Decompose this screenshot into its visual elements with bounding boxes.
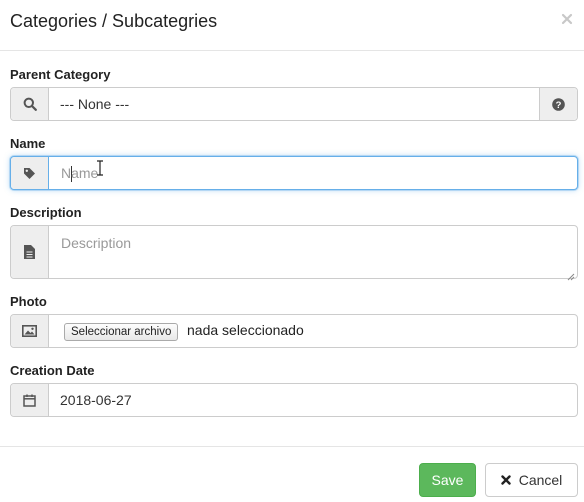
question-circle-icon[interactable]: ? bbox=[539, 88, 577, 120]
search-icon bbox=[11, 88, 49, 120]
creation-date-field[interactable]: 2018-06-27 bbox=[10, 383, 578, 417]
modal-footer: Save Cancel bbox=[0, 446, 584, 502]
modal-header: Categories / Subcategries bbox=[0, 0, 584, 51]
resize-grip-icon[interactable] bbox=[567, 268, 575, 281]
parent-category-value: --- None --- bbox=[60, 96, 130, 112]
calendar-icon bbox=[11, 384, 49, 416]
description-label: Description bbox=[10, 205, 82, 220]
svg-text:?: ? bbox=[556, 100, 562, 111]
cancel-button[interactable]: Cancel bbox=[485, 463, 578, 497]
description-field[interactable]: Description bbox=[10, 225, 578, 281]
parent-category-label: Parent Category bbox=[10, 67, 111, 82]
close-icon[interactable] bbox=[560, 12, 574, 26]
close-icon bbox=[501, 472, 511, 488]
name-input[interactable]: Name bbox=[61, 165, 98, 181]
file-status: nada seleccionado bbox=[187, 322, 304, 338]
creation-date-input[interactable]: 2018-06-27 bbox=[60, 392, 132, 408]
image-icon bbox=[11, 315, 49, 347]
name-label: Name bbox=[10, 136, 46, 151]
save-button[interactable]: Save bbox=[419, 463, 476, 497]
choose-file-button[interactable]: Seleccionar archivo bbox=[64, 323, 179, 341]
ibeam-cursor-icon bbox=[96, 160, 104, 176]
creation-date-label: Creation Date bbox=[10, 363, 95, 378]
description-input[interactable]: Description bbox=[61, 235, 131, 251]
file-icon bbox=[11, 226, 49, 278]
tag-icon bbox=[11, 157, 49, 189]
modal-title: Categories / Subcategries bbox=[10, 11, 218, 31]
photo-field: Seleccionar archivo nada seleccionado bbox=[10, 314, 578, 348]
parent-category-select[interactable]: --- None --- ? bbox=[10, 87, 578, 121]
cancel-button-label: Cancel bbox=[518, 472, 563, 488]
photo-label: Photo bbox=[10, 294, 47, 309]
name-field[interactable]: Name bbox=[10, 156, 578, 190]
